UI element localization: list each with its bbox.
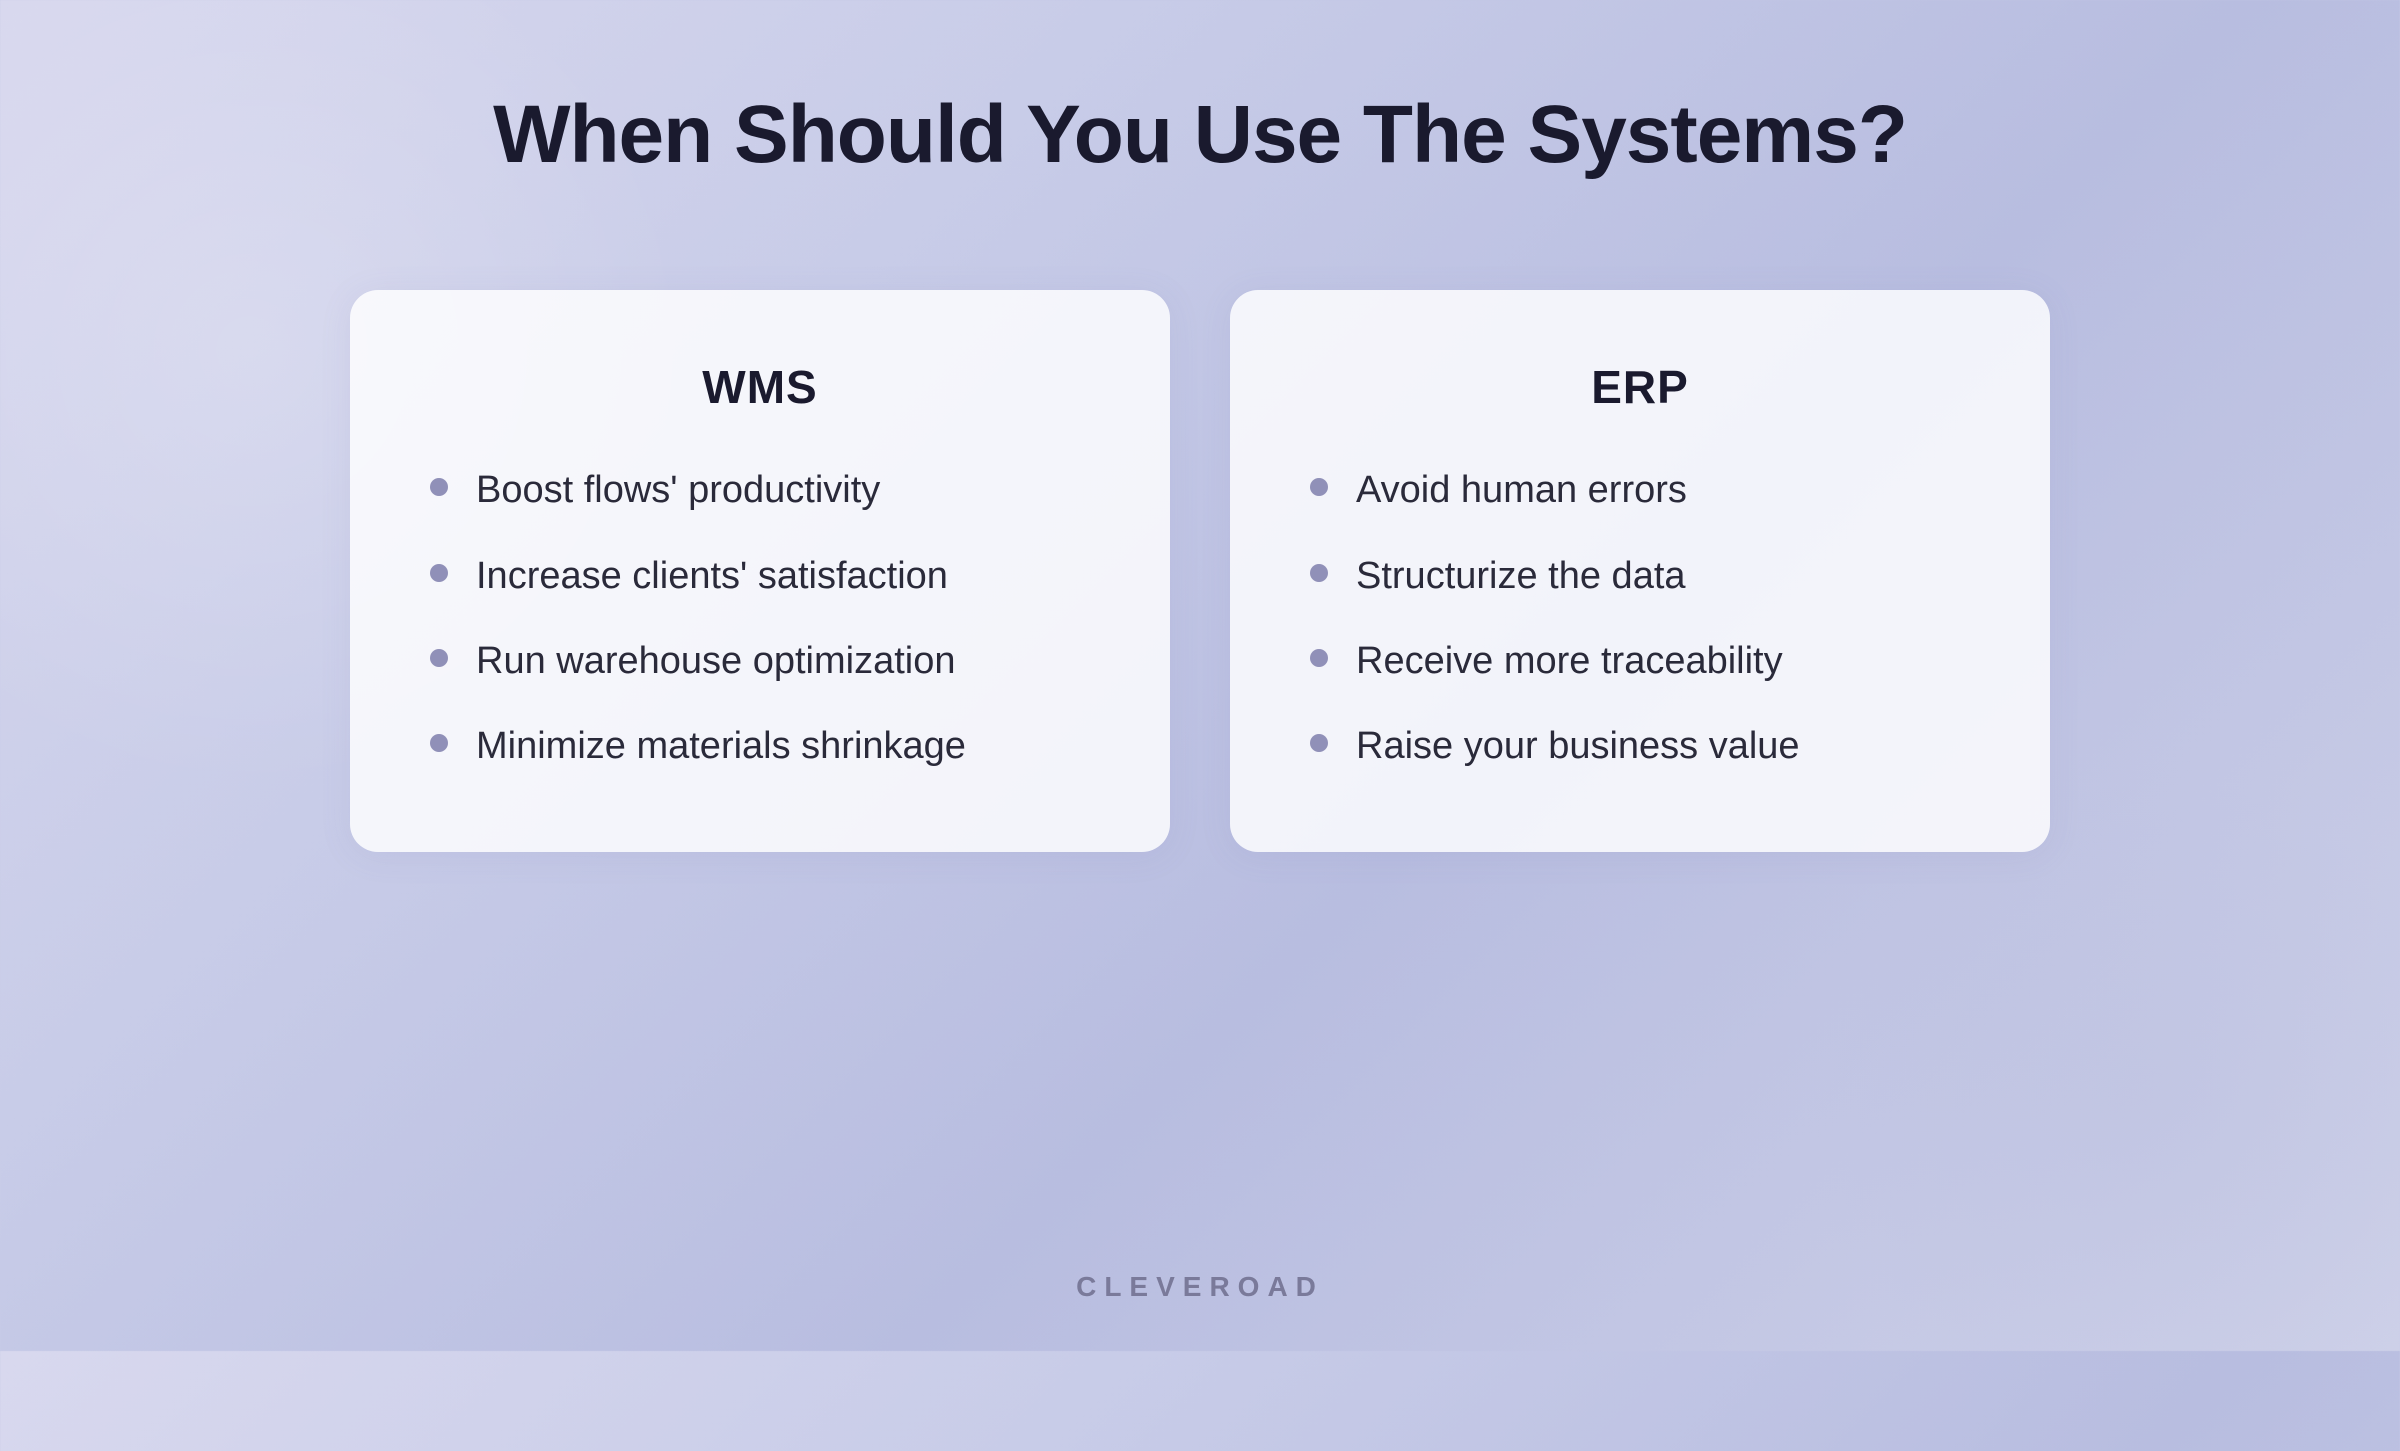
wms-item-4: Minimize materials shrinkage	[476, 722, 966, 771]
wms-item-2: Increase clients' satisfaction	[476, 552, 948, 601]
bullet-icon	[1310, 734, 1328, 752]
bullet-icon	[430, 564, 448, 582]
list-item: Receive more traceability	[1310, 637, 1970, 686]
erp-item-3: Receive more traceability	[1356, 637, 1783, 686]
bullet-icon	[430, 734, 448, 752]
list-item: Avoid human errors	[1310, 466, 1970, 515]
bullet-icon	[1310, 478, 1328, 496]
erp-card-title: ERP	[1310, 360, 1970, 414]
footer-brand: CLEVEROAD	[1076, 1271, 1324, 1303]
list-item: Structurize the data	[1310, 552, 1970, 601]
erp-card: ERP Avoid human errors Structurize the d…	[1230, 290, 2050, 852]
erp-item-2: Structurize the data	[1356, 552, 1686, 601]
erp-card-list: Avoid human errors Structurize the data …	[1310, 466, 1970, 772]
bullet-icon	[430, 478, 448, 496]
bullet-icon	[1310, 649, 1328, 667]
list-item: Raise your business value	[1310, 722, 1970, 771]
bullet-icon	[430, 649, 448, 667]
list-item: Increase clients' satisfaction	[430, 552, 1090, 601]
list-item: Boost flows' productivity	[430, 466, 1090, 515]
erp-item-4: Raise your business value	[1356, 722, 1800, 771]
wms-card-title: WMS	[430, 360, 1090, 414]
page-title: When Should You Use The Systems?	[493, 90, 1907, 180]
cards-container: WMS Boost flows' productivity Increase c…	[350, 290, 2050, 852]
list-item: Minimize materials shrinkage	[430, 722, 1090, 771]
list-item: Run warehouse optimization	[430, 637, 1090, 686]
wms-item-3: Run warehouse optimization	[476, 637, 956, 686]
erp-item-1: Avoid human errors	[1356, 466, 1687, 515]
bullet-icon	[1310, 564, 1328, 582]
wms-card: WMS Boost flows' productivity Increase c…	[350, 290, 1170, 852]
wms-card-list: Boost flows' productivity Increase clien…	[430, 466, 1090, 772]
wms-item-1: Boost flows' productivity	[476, 466, 880, 515]
